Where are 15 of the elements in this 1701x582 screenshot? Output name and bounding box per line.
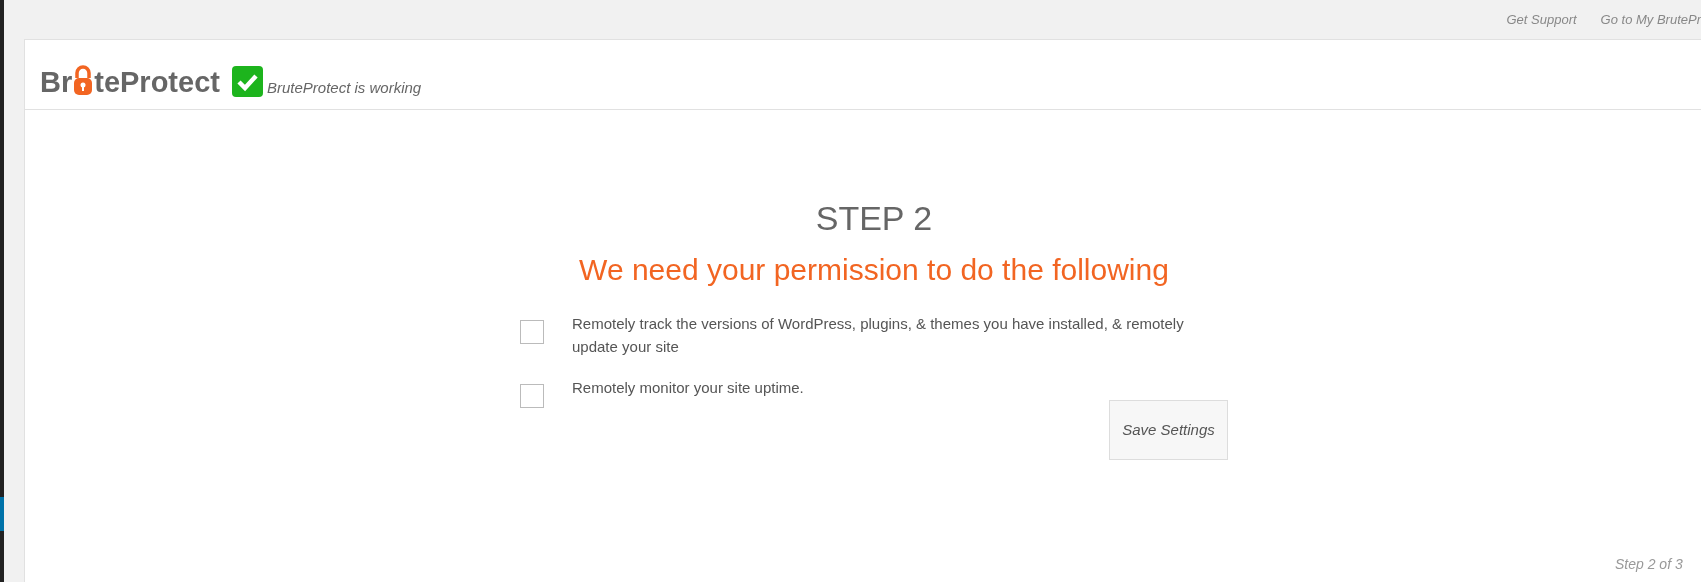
step-indicator: Step 2 of 3 (1615, 555, 1683, 574)
menu-pointer-icon (0, 497, 4, 531)
padlock-icon (73, 65, 94, 96)
top-link[interactable]: Get Support (1506, 9, 1577, 30)
logo-text: teProtect (94, 67, 220, 97)
top-link[interactable]: Go to My BrutePr (1600, 9, 1701, 30)
step-title: STEP 2 (815, 198, 933, 238)
logo-text: Br (40, 67, 73, 97)
permission-label: Remotely track the versions of WordPress, plugins, & themes you have installed, & remotely update your site (572, 314, 1185, 357)
permission-label: Remotely monitor your site uptime. (572, 378, 805, 398)
permission-heading: We need your permission to do the following (579, 252, 1169, 288)
status-text: BruteProtect is working (266, 79, 422, 97)
checkbox[interactable] (520, 320, 544, 344)
save-settings-button[interactable]: Save Settings (1109, 400, 1228, 460)
checkbox[interactable] (520, 384, 544, 408)
